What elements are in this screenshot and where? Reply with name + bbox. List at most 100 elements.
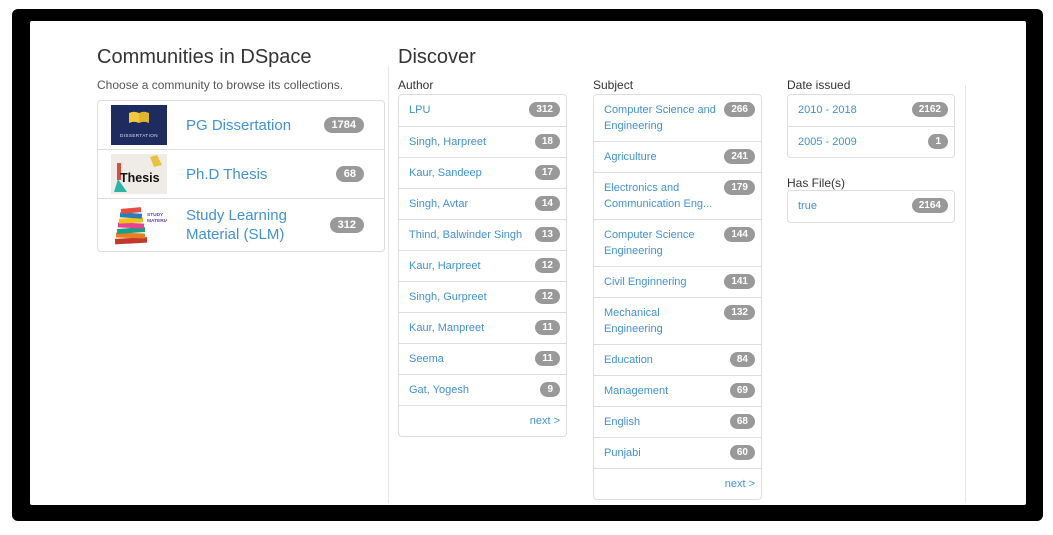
facet-item: Computer Science and Engineering 266	[594, 95, 761, 141]
facet-value-link[interactable]: 2010 - 2018	[798, 102, 857, 118]
facet-value-link[interactable]: LPU	[409, 102, 430, 118]
dissertation-logo-icon: DISSERTATION	[111, 105, 167, 145]
column-divider-right	[965, 85, 966, 503]
has-files-facet-label: Has File(s)	[787, 176, 846, 190]
dissertation-logo-icon: DISSERTATION	[108, 105, 170, 145]
author-facet-box: LPU 312 Singh, Harpreet 18 Kaur, Sandeep 17 Si…	[398, 94, 567, 437]
facet-value-link[interactable]: Electronics and Communication Eng...	[604, 180, 721, 212]
facet-count-badge: 141	[724, 274, 755, 289]
svg-text:STUDY: STUDY	[147, 212, 164, 218]
facet-item: Management 69	[594, 375, 761, 406]
facet-item: Agriculture 241	[594, 141, 761, 172]
date-issued-facet-box: 2010 - 2018 2162 2005 - 2009 1	[787, 94, 955, 158]
facet-value-link[interactable]: Punjabi	[604, 445, 641, 461]
facet-value-link[interactable]: Computer Science and Engineering	[604, 102, 721, 134]
facet-value-link[interactable]: Singh, Harpreet	[409, 134, 486, 150]
facet-item: Singh, Gurpreet 12	[399, 281, 566, 312]
facet-count-badge: 241	[724, 149, 755, 164]
facet-count-badge: 312	[529, 102, 560, 117]
author-facet-label: Author	[398, 78, 434, 92]
facet-value-link[interactable]: Kaur, Harpreet	[409, 258, 481, 274]
community-link-slm[interactable]: Study Learning Material (SLM)	[186, 206, 330, 244]
community-count-badge: 68	[335, 166, 364, 182]
svg-text:DISSERTATION: DISSERTATION	[120, 133, 158, 138]
window-frame: Communities in DSpace Choose a community…	[12, 9, 1043, 521]
community-link-pg-dissertation[interactable]: PG Dissertation	[186, 116, 324, 135]
facet-count-badge: 132	[724, 305, 755, 320]
facet-count-badge: 17	[534, 165, 560, 180]
facet-value-link[interactable]: Mechanical Engineering	[604, 305, 721, 337]
facet-item: Kaur, Sandeep 17	[399, 157, 566, 188]
facet-item: Seema 11	[399, 343, 566, 374]
facet-count-badge: 13	[534, 227, 560, 242]
subject-facet-label: Subject	[593, 78, 634, 92]
facet-item: true 2164	[788, 191, 954, 222]
facet-count-badge: 266	[724, 102, 755, 117]
community-count-badge: 312	[329, 217, 364, 233]
community-row-pg-dissertation: DISSERTATION PG Dissertation 1784	[98, 101, 384, 149]
community-row-phd-thesis: Thesis Ph.D Thesis 68	[98, 149, 384, 198]
facet-item: 2005 - 2009 1	[788, 126, 954, 157]
slm-logo-icon: STUDY MATERIAL	[114, 207, 167, 245]
community-count-badge: 1784	[323, 117, 364, 133]
facet-value-link[interactable]: Seema	[409, 351, 444, 367]
facet-value-link[interactable]: 2005 - 2009	[798, 134, 857, 150]
facet-value-link[interactable]: Singh, Avtar	[409, 196, 468, 212]
facet-item: Singh, Harpreet 18	[399, 126, 566, 157]
facet-count-badge: 2164	[911, 198, 948, 213]
facet-item: Electronics and Communication Eng... 179	[594, 172, 761, 219]
facet-count-badge: 60	[729, 445, 755, 460]
facet-item: LPU 312	[399, 95, 566, 126]
facet-value-link[interactable]: Gat, Yogesh	[409, 382, 469, 398]
thesis-logo-icon: Thesis	[108, 154, 170, 194]
slm-logo-icon: STUDY MATERIAL	[108, 203, 170, 247]
facet-item: Gat, Yogesh 9	[399, 374, 566, 405]
thesis-logo-icon: Thesis	[111, 154, 167, 194]
facet-value-link[interactable]: Computer Science Engineering	[604, 227, 721, 259]
facet-count-badge: 1	[928, 134, 948, 149]
facet-value-link[interactable]: English	[604, 414, 640, 430]
discover-title: Discover	[398, 46, 476, 68]
community-link-phd-thesis[interactable]: Ph.D Thesis	[186, 165, 336, 184]
facet-value-link[interactable]: Kaur, Manpreet	[409, 320, 484, 336]
has-files-facet-box: true 2164	[787, 190, 955, 223]
facet-count-badge: 12	[534, 258, 560, 273]
svg-text:Thesis: Thesis	[120, 171, 160, 185]
facet-count-badge: 18	[534, 134, 560, 149]
communities-subtitle: Choose a community to browse its collect…	[97, 78, 344, 92]
facet-value-link[interactable]: Thind, Balwinder Singh	[409, 227, 522, 243]
subject-next-row: next >	[594, 468, 761, 499]
facet-item: Kaur, Manpreet 11	[399, 312, 566, 343]
subject-next-link[interactable]: next >	[725, 476, 755, 492]
facet-count-badge: 11	[535, 320, 560, 335]
facet-item: Mechanical Engineering 132	[594, 297, 761, 344]
facet-item: Civil Enginnering 141	[594, 266, 761, 297]
facet-count-badge: 11	[535, 351, 560, 366]
facet-value-link[interactable]: Kaur, Sandeep	[409, 165, 482, 181]
page-content: Communities in DSpace Choose a community…	[30, 21, 1026, 505]
facet-value-link[interactable]: Agriculture	[604, 149, 657, 165]
facet-item: Singh, Avtar 14	[399, 188, 566, 219]
communities-list: DISSERTATION PG Dissertation 1784 Thesis	[97, 100, 385, 252]
facet-item: Kaur, Harpreet 12	[399, 250, 566, 281]
facet-item: Thind, Balwinder Singh 13	[399, 219, 566, 250]
subject-facet-box: Computer Science and Engineering 266 Agric…	[593, 94, 762, 500]
communities-title: Communities in DSpace	[97, 46, 312, 68]
facet-count-badge: 68	[729, 414, 755, 429]
facet-item: Education 84	[594, 344, 761, 375]
date-issued-facet-label: Date issued	[787, 78, 851, 92]
facet-value-link[interactable]: true	[798, 198, 817, 214]
author-next-row: next >	[399, 405, 566, 436]
facet-value-link[interactable]: Education	[604, 352, 653, 368]
facet-value-link[interactable]: Singh, Gurpreet	[409, 289, 487, 305]
svg-text:MATERIAL: MATERIAL	[147, 218, 167, 224]
facet-count-badge: 84	[729, 352, 755, 367]
facet-value-link[interactable]: Management	[604, 383, 668, 399]
facet-item: Computer Science Engineering 144	[594, 219, 761, 266]
facet-count-badge: 14	[534, 196, 560, 211]
facet-value-link[interactable]: Civil Enginnering	[604, 274, 687, 290]
facet-count-badge: 69	[729, 383, 755, 398]
facet-count-badge: 2162	[911, 102, 948, 117]
facet-item: Punjabi 60	[594, 437, 761, 468]
author-next-link[interactable]: next >	[530, 413, 560, 429]
